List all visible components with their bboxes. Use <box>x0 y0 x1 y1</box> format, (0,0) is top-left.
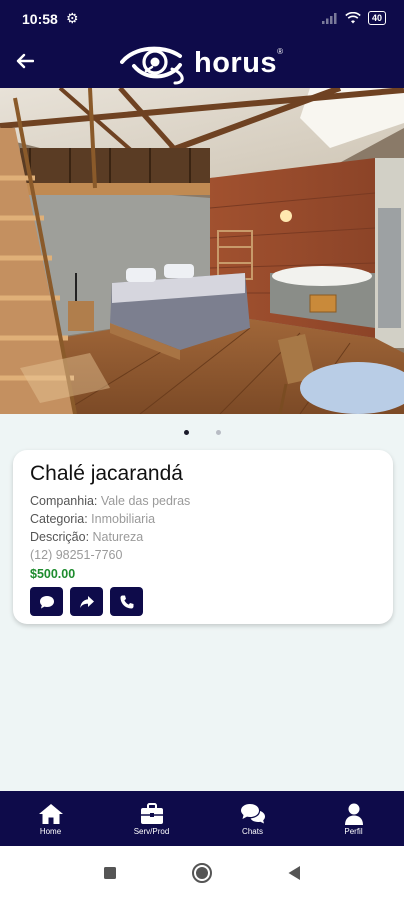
system-navigation-bar <box>0 846 404 900</box>
category-value: Inmobiliaria <box>91 512 156 526</box>
nav-home-label: Home <box>39 826 62 836</box>
description-row: Descrição: Natureza <box>30 528 376 546</box>
nav-serv-prod-label: Serv/Prod <box>133 826 170 836</box>
battery-indicator: 40 <box>367 11 386 25</box>
wifi-icon <box>345 12 361 24</box>
listing-card: Chalé jacarandá Companhia: Vale das pedr… <box>13 450 393 624</box>
chats-icon <box>240 803 265 823</box>
settings-notification-icon: ⚙ <box>66 10 79 26</box>
status-time: 10:58 <box>22 11 58 27</box>
description-value: Natureza <box>92 530 144 544</box>
company-row: Companhia: Vale das pedras <box>30 492 376 510</box>
home-icon <box>38 803 63 824</box>
home-system-button[interactable] <box>191 862 213 884</box>
back-system-button[interactable] <box>283 862 305 884</box>
company-label: Companhia: <box>30 494 101 508</box>
arrow-left-icon <box>16 53 34 69</box>
circle-icon <box>192 863 212 883</box>
listing-title: Chalé jacarandá <box>30 462 183 485</box>
bottom-navigation: Home Serv/Prod Chats Perfil <box>0 791 404 846</box>
nav-home[interactable]: Home <box>0 791 101 846</box>
person-icon <box>344 803 363 825</box>
briefcase-icon <box>140 802 163 824</box>
horus-eye-logo-icon <box>120 46 184 85</box>
carousel-dot-2[interactable] <box>215 430 221 435</box>
description-label: Descrição: <box>30 530 93 544</box>
carousel-dot-1[interactable] <box>183 430 189 435</box>
status-bar: 10:58 ⚙ 40 <box>0 0 404 38</box>
carousel-indicators <box>0 430 404 435</box>
chalet-photo[interactable] <box>0 88 404 414</box>
phone-number: (12) 98251-7760 <box>30 548 123 562</box>
recents-button[interactable] <box>99 862 121 884</box>
category-label: Categoria: <box>30 512 92 526</box>
signal-icon <box>321 13 337 24</box>
nav-perfil-label: Perfil <box>344 826 363 836</box>
chat-button[interactable] <box>30 587 63 616</box>
share-button[interactable] <box>70 587 103 616</box>
nav-chats-label: Chats <box>242 826 263 836</box>
horus-logo: horus ® <box>120 41 283 85</box>
triangle-back-icon <box>288 866 300 880</box>
registered-mark: ® <box>277 46 283 56</box>
nav-serv-prod[interactable]: Serv/Prod <box>101 791 202 846</box>
nav-chats[interactable]: Chats <box>202 791 303 846</box>
chat-bubble-icon <box>39 595 54 608</box>
nav-perfil[interactable]: Perfil <box>303 791 404 846</box>
status-indicators: 40 <box>321 11 386 25</box>
logo-text: horus <box>194 46 278 79</box>
square-icon <box>104 867 116 879</box>
back-button[interactable] <box>12 48 38 74</box>
company-value: Vale das pedras <box>100 494 191 508</box>
listing-price: $500.00 <box>30 567 76 581</box>
share-arrow-icon <box>79 595 94 608</box>
category-row: Categoria: Inmobiliaria <box>30 510 376 528</box>
phone-icon <box>120 595 133 608</box>
listing-actions <box>30 587 376 616</box>
app-header: horus ® <box>0 38 404 88</box>
call-button[interactable] <box>110 587 143 616</box>
